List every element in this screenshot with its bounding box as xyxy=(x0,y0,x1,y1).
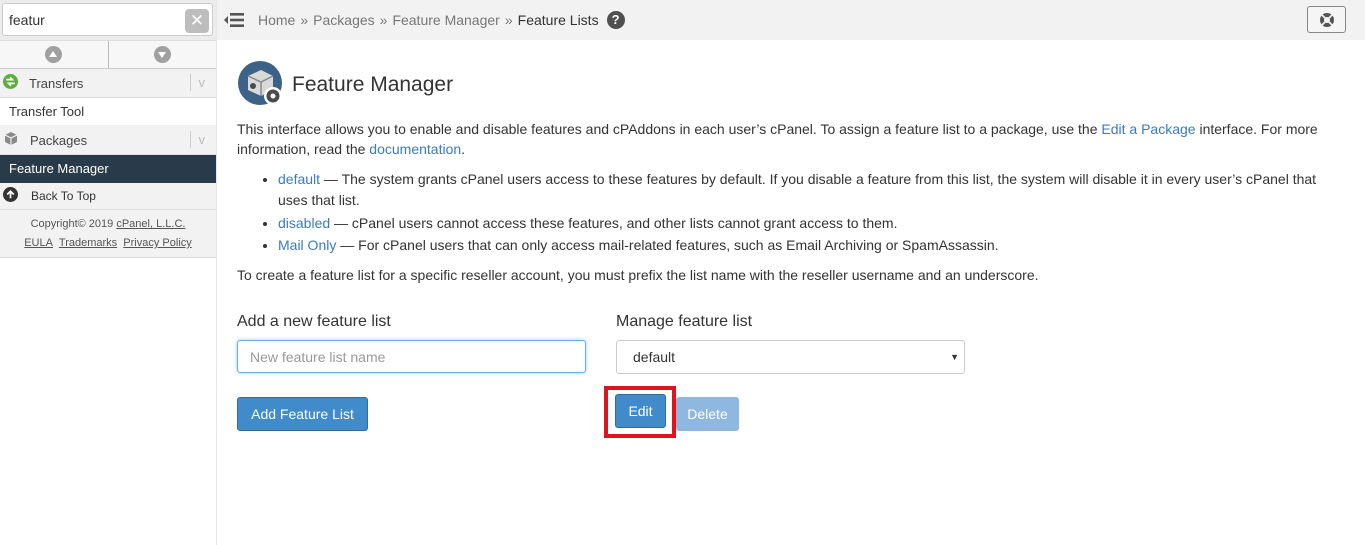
new-feature-list-input[interactable] xyxy=(237,340,586,373)
chevron-down-icon: v xyxy=(189,74,205,91)
breadcrumb-home[interactable]: Home xyxy=(258,12,295,28)
list-item: Mail Only — For cPanel users that can on… xyxy=(278,235,1347,256)
selected-feature-list: default xyxy=(633,349,676,365)
breadcrumb-current: Feature Lists xyxy=(517,12,599,28)
edit-button-highlight: Edit xyxy=(604,386,676,438)
manage-feature-list-form: Manage feature list default ▼ xyxy=(616,313,965,374)
feature-lists-description: default — The system grants cPanel users… xyxy=(278,169,1347,256)
list-description: — For cPanel users that can only access … xyxy=(336,237,999,253)
breadcrumb-packages[interactable]: Packages xyxy=(313,12,374,28)
expand-all-button[interactable] xyxy=(107,41,217,68)
sidebar-search: ✕ xyxy=(0,0,216,41)
list-description: — cPanel users cannot access these featu… xyxy=(330,214,898,231)
feature-list-forms: Add a new feature list Add Feature List … xyxy=(237,313,1347,453)
edit-button[interactable]: Edit xyxy=(615,394,666,428)
transfers-icon xyxy=(3,74,18,92)
breadcrumb-separator: » xyxy=(379,12,388,28)
clear-search-button[interactable]: ✕ xyxy=(185,9,209,33)
collapse-all-button[interactable] xyxy=(0,41,108,68)
sidebar-item-transfer-tool[interactable]: Transfer Tool xyxy=(0,98,216,126)
mail-only-list-link[interactable]: Mail Only xyxy=(278,237,336,253)
company-link[interactable]: cPanel, L.L.C. xyxy=(116,218,185,230)
arrow-down-icon xyxy=(153,46,171,63)
privacy-policy-link[interactable]: Privacy Policy xyxy=(123,237,191,249)
prefix-note: To create a feature list for a specific … xyxy=(237,267,1039,283)
sidebar-item-feature-manager[interactable]: Feature Manager xyxy=(0,155,216,183)
intro-text-part: This interface allows you to enable and … xyxy=(237,121,1102,137)
sidebar-category-label: Packages xyxy=(30,132,88,148)
feature-list-select[interactable]: default ▼ xyxy=(616,340,965,374)
back-to-top-label: Back To Top xyxy=(31,189,96,203)
documentation-link[interactable]: documentation xyxy=(369,141,461,157)
page-header: Feature Manager xyxy=(237,60,1347,111)
list-item: disabled — cPanel users cannot access th… xyxy=(278,213,1347,234)
arrow-up-circle-icon xyxy=(3,187,18,205)
packages-icon xyxy=(3,131,19,149)
top-bar: Home » Packages » Feature Manager » Feat… xyxy=(217,0,1365,40)
collapse-menu-icon[interactable] xyxy=(223,11,245,29)
search-input[interactable] xyxy=(2,3,213,36)
lifebuoy-icon xyxy=(1319,12,1334,27)
edit-package-link[interactable]: Edit a Package xyxy=(1101,121,1195,137)
copyright-text: Copyright© 2019 xyxy=(30,218,114,230)
breadcrumb-separator: » xyxy=(504,12,513,28)
manage-feature-list-label: Manage feature list xyxy=(616,313,753,330)
dropdown-arrow-icon: ▼ xyxy=(950,352,959,362)
chevron-down-icon: v xyxy=(189,131,205,148)
breadcrumb-feature-manager[interactable]: Feature Manager xyxy=(392,12,499,28)
sidebar: ✕ Transfers v Transfer Tool Packages v xyxy=(0,0,217,545)
support-button[interactable] xyxy=(1307,6,1346,33)
add-feature-list-button[interactable]: Add Feature List xyxy=(237,397,368,431)
back-to-top-button[interactable]: Back To Top xyxy=(0,183,216,210)
arrow-up-icon xyxy=(45,46,63,63)
sidebar-category-transfers[interactable]: Transfers v xyxy=(0,69,216,98)
add-feature-list-form: Add a new feature list xyxy=(237,313,586,373)
sidebar-footer: Copyright© 2019 cPanel, L.L.C. EULA Trad… xyxy=(0,210,216,258)
list-item: default — The system grants cPanel users… xyxy=(278,169,1347,211)
trademarks-link[interactable]: Trademarks xyxy=(59,237,117,249)
disabled-list-link[interactable]: disabled xyxy=(278,215,330,231)
sidebar-category-packages[interactable]: Packages v xyxy=(0,126,216,155)
default-list-link[interactable]: default xyxy=(278,171,320,187)
feature-manager-icon xyxy=(237,60,285,111)
eula-link[interactable]: EULA xyxy=(24,237,53,249)
delete-button[interactable]: Delete xyxy=(676,397,739,431)
add-feature-list-label: Add a new feature list xyxy=(237,313,391,330)
list-description: — The system grants cPanel users access … xyxy=(278,171,1317,208)
sidebar-category-label: Transfers xyxy=(29,75,84,91)
breadcrumb-separator: » xyxy=(300,12,309,28)
help-icon[interactable]: ? xyxy=(606,11,625,29)
collapse-controls xyxy=(0,41,216,69)
intro-text-part: . xyxy=(461,141,466,157)
breadcrumb: Home » Packages » Feature Manager » Feat… xyxy=(258,11,625,29)
intro-text: This interface allows you to enable and … xyxy=(237,119,1342,159)
main-content: Feature Manager This interface allows yo… xyxy=(237,40,1347,453)
page-title: Feature Manager xyxy=(292,73,454,96)
